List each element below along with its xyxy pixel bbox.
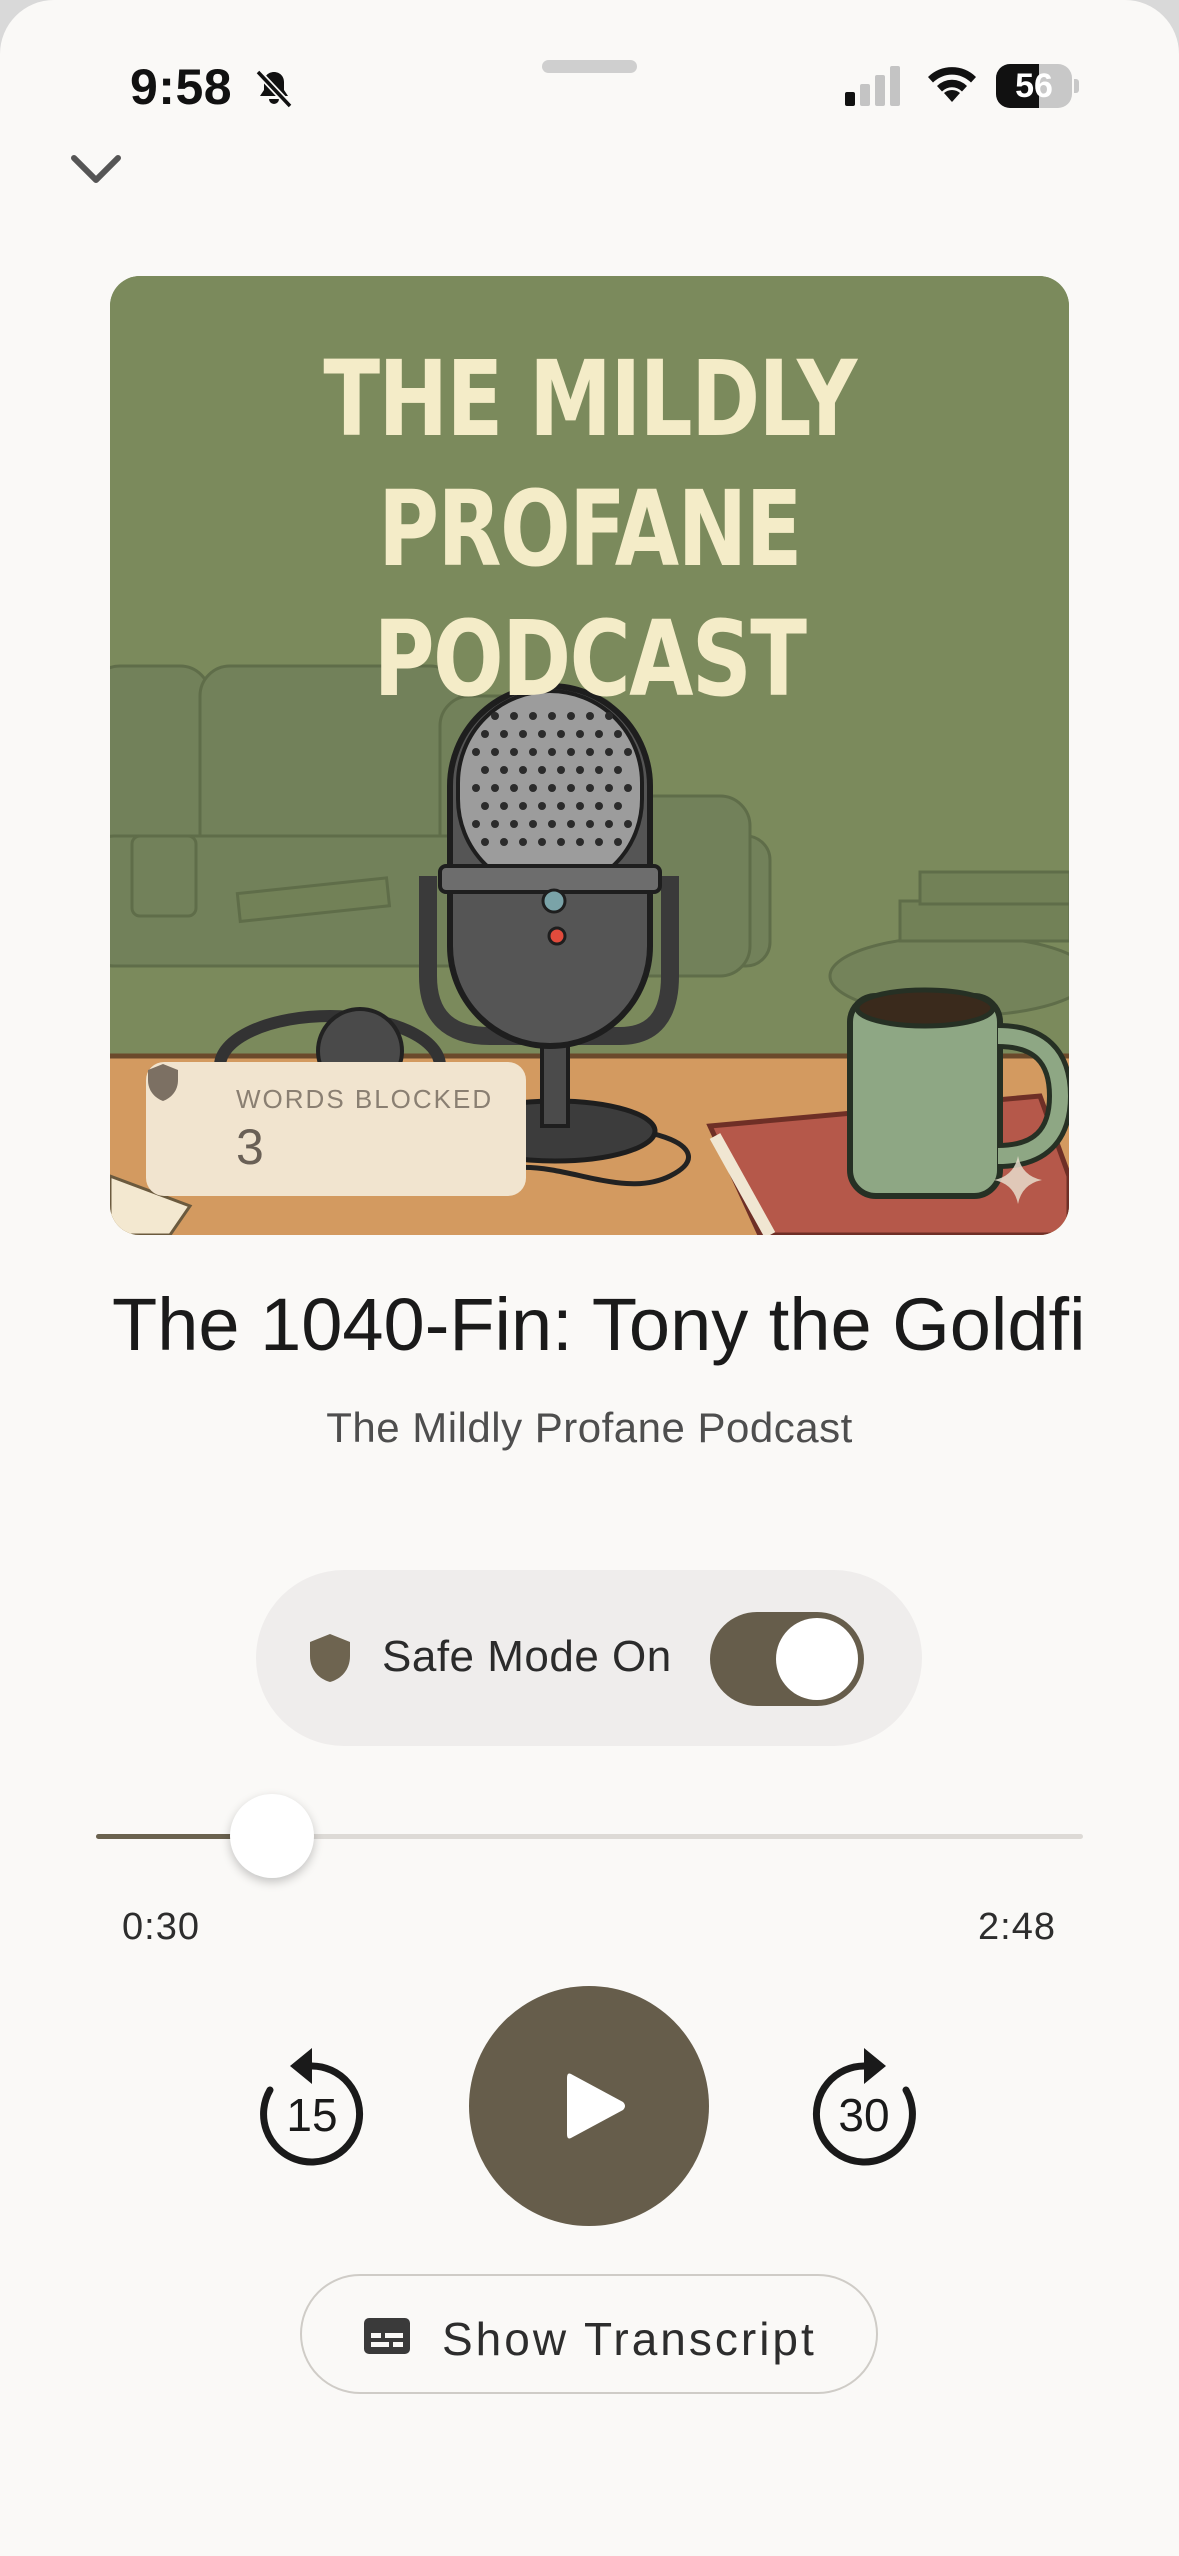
chevron-down-icon[interactable] xyxy=(66,146,126,192)
scrubber-thumb[interactable] xyxy=(230,1794,315,1878)
words-blocked-count: 3 xyxy=(236,1119,264,1175)
show-transcript-button[interactable]: Show Transcript xyxy=(300,2274,878,2394)
words-blocked-badge: WORDS BLOCKED 3 xyxy=(146,1062,526,1196)
status-time: 9:58 xyxy=(130,59,233,115)
words-blocked-label: WORDS BLOCKED xyxy=(236,1084,494,1114)
bell-slash-icon xyxy=(255,69,293,109)
play-button[interactable] xyxy=(469,1986,709,2226)
artwork-title-line-1: THE MILDLY xyxy=(323,338,857,460)
signal-icon xyxy=(845,66,900,106)
playback-scrubber[interactable] xyxy=(96,1794,1083,1878)
skip-forward-button[interactable]: 30 xyxy=(806,2040,922,2170)
wifi-icon xyxy=(928,67,976,102)
sheet-grabber[interactable] xyxy=(542,60,637,73)
now-playing-sheet: 9:58 56 THE MILDLY PROFANE PODCAST WORDS… xyxy=(0,0,1179,2556)
show-transcript-label: Show Transcript xyxy=(442,2313,817,2365)
toggle-knob xyxy=(776,1618,858,1700)
artwork-title: THE MILDLY PROFANE PODCAST xyxy=(206,334,973,724)
safe-mode-pill: Safe Mode On xyxy=(256,1570,922,1746)
shield-icon xyxy=(310,1634,350,1682)
battery-percent: 56 xyxy=(1015,67,1053,105)
show-name[interactable]: The Mildly Profane Podcast xyxy=(0,1404,1179,1452)
shield-icon xyxy=(148,1064,178,1101)
episode-title: The 1040-Fin: Tony the Goldfi xyxy=(112,1283,1086,1366)
safe-mode-label: Safe Mode On xyxy=(382,1632,672,1681)
subtitles-icon xyxy=(364,2318,410,2354)
play-icon xyxy=(567,2073,625,2139)
battery-icon: 56 xyxy=(996,64,1079,108)
podcast-artwork: THE MILDLY PROFANE PODCAST WORDS BLOCKED… xyxy=(110,276,1069,1235)
safe-mode-toggle[interactable] xyxy=(710,1612,864,1706)
skip-forward-seconds: 30 xyxy=(838,2089,890,2141)
skip-back-button[interactable]: 15 xyxy=(254,2040,370,2170)
artwork-title-line-2: PROFANE PODCAST xyxy=(373,468,807,720)
elapsed-time: 0:30 xyxy=(122,1906,200,1948)
total-time: 2:48 xyxy=(978,1906,1056,1948)
skip-back-seconds: 15 xyxy=(286,2089,338,2141)
